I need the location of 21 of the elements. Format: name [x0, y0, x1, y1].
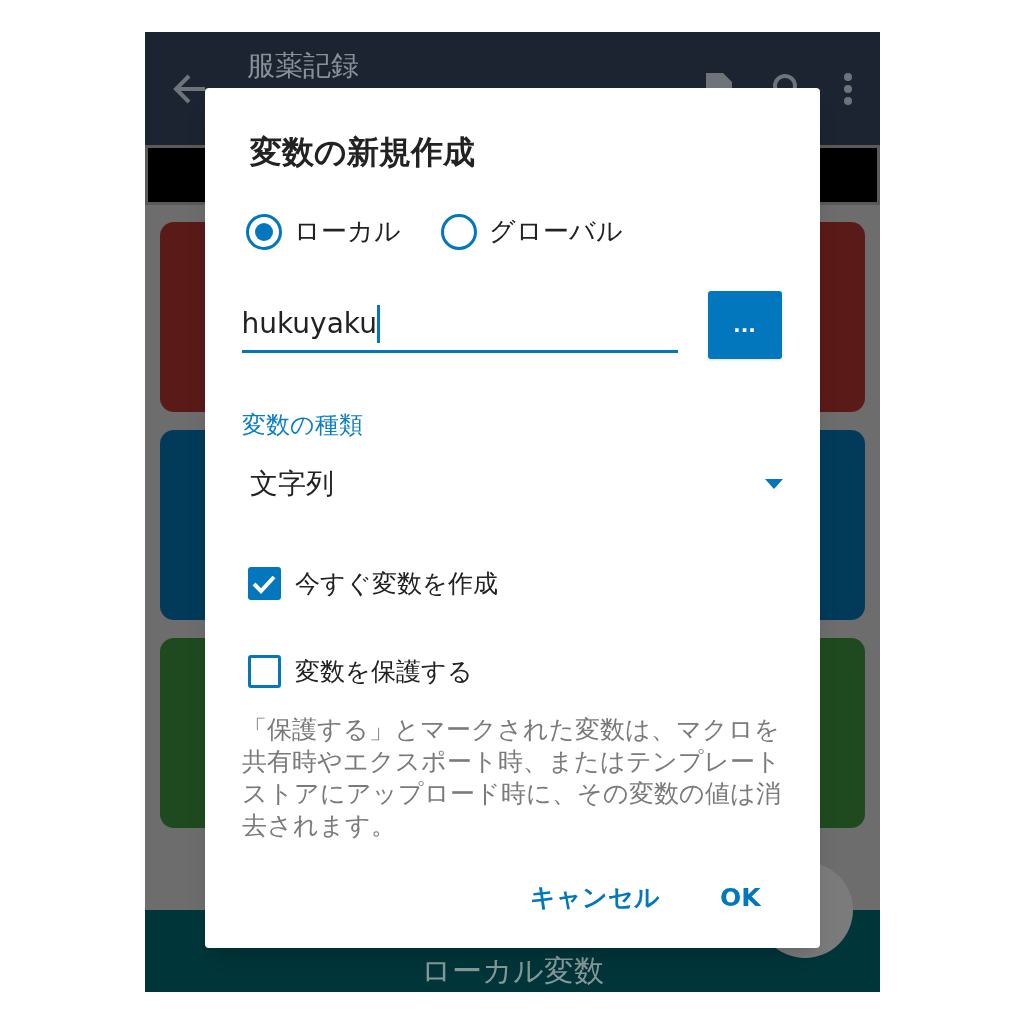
app-title: 服薬記録 [246, 50, 360, 82]
checkbox-label[interactable]: 変数を保護する [294, 652, 473, 690]
radio-button[interactable] [245, 213, 282, 250]
more-icon[interactable] [843, 72, 852, 105]
description-text: 「保護する」とマークされた変数は、マクロを共有時やエクスポート時、またはテンプレートストアにアップロード時に、その変数の値は消去されます。 [241, 714, 782, 842]
checkbox[interactable] [247, 567, 281, 601]
dropdown-caret-icon [764, 479, 783, 489]
radio-label[interactable]: ローカル [293, 212, 401, 251]
name-field[interactable]: hukuyaku [241, 297, 678, 353]
radio-button[interactable] [440, 213, 477, 250]
type-dropdown[interactable]: 文字列 [241, 463, 783, 505]
dialog-button[interactable]: キャンセル [529, 878, 660, 916]
dialog-title: 変数の新規作成 [249, 132, 476, 173]
radio-label[interactable]: グローバル [488, 212, 623, 251]
back-arrow-icon[interactable] [172, 73, 207, 104]
bottom-bar-label: ローカル変数 [420, 954, 604, 988]
dialog-button[interactable]: OK [719, 878, 761, 916]
type-label: 変数の種類 [241, 410, 364, 441]
checkbox[interactable] [247, 654, 281, 688]
more-button[interactable]: ... [707, 291, 782, 359]
checkbox-label[interactable]: 今すぐ変数を作成 [294, 565, 498, 603]
